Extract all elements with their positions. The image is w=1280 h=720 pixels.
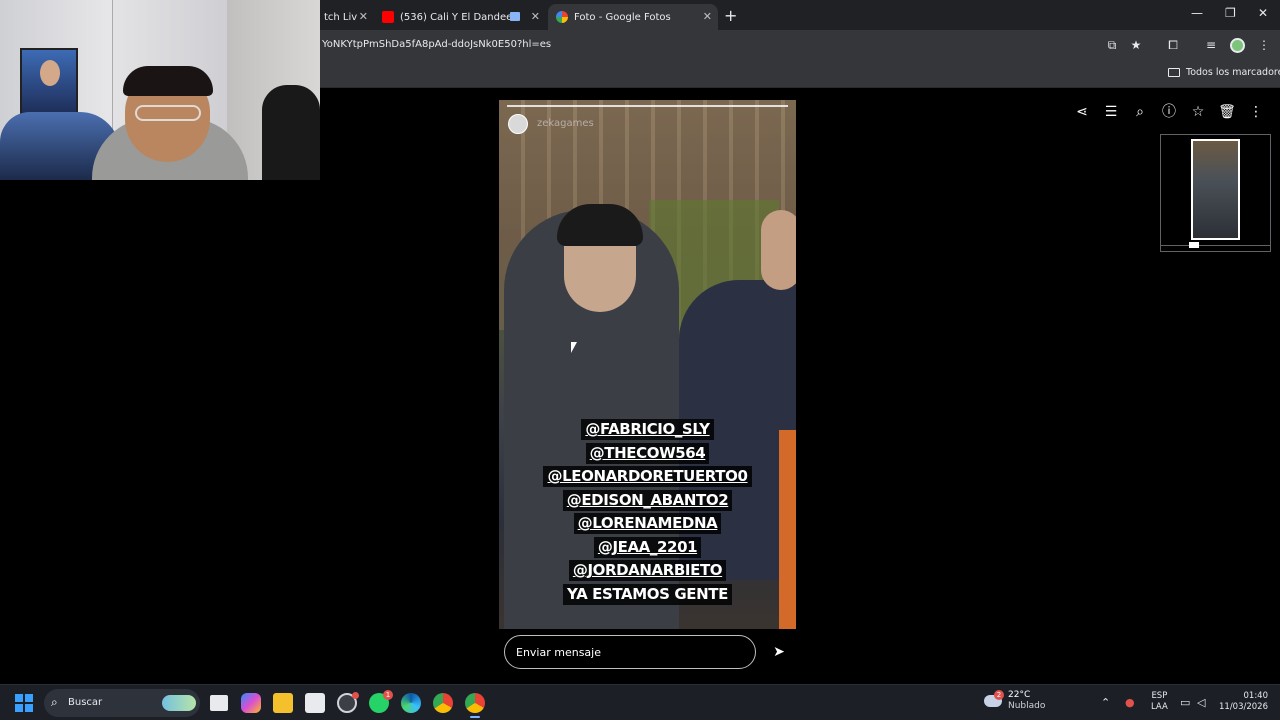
microphone-icon[interactable]: ●: [1125, 696, 1135, 709]
close-icon[interactable]: ✕: [359, 10, 368, 23]
chrome-active-icon[interactable]: [465, 693, 485, 718]
mention-list: @FABRICIO_SLY @THECOW564 @LEONARDORETUER…: [499, 419, 796, 607]
weather-desc: Nublado: [1008, 701, 1046, 711]
edit-adjust-icon[interactable]: ☰: [1101, 102, 1121, 122]
cast-icon[interactable]: ⧉: [1104, 37, 1120, 53]
all-bookmarks-button[interactable]: Todos los marcadores: [1168, 67, 1280, 78]
send-icon[interactable]: ➤: [770, 643, 788, 661]
mention-tag[interactable]: @JEAA_2201: [593, 536, 702, 558]
whatsapp-badge: 1: [383, 690, 393, 700]
network-icon[interactable]: ▭: [1180, 696, 1190, 709]
tab-twitch[interactable]: tch Liv ✕: [316, 4, 372, 30]
file-explorer-icon[interactable]: [273, 693, 293, 713]
search-icon: ⌕: [51, 695, 58, 709]
bookmark-star-icon[interactable]: ★: [1128, 37, 1144, 53]
mention-tag[interactable]: @JORDANARBIETO: [568, 560, 727, 581]
thumbnail-photo[interactable]: [1191, 139, 1240, 240]
tab-youtube[interactable]: (536) Cali Y El Dandee - Yo ✕: [374, 4, 546, 30]
all-bookmarks-label: Todos los marcadores: [1186, 67, 1280, 78]
webcam-overlay: [0, 0, 320, 180]
viewer-toolbar: ⋖ ☰ ⌕ ⓘ ☆ 🗑 ⋮: [1072, 102, 1266, 122]
close-window-button[interactable]: ✕: [1258, 6, 1268, 20]
store-icon[interactable]: [305, 693, 325, 713]
recording-badge: [352, 692, 359, 699]
weather-widget[interactable]: 2 22°C Nublado: [984, 690, 1045, 712]
story-avatar: [508, 114, 528, 134]
story-image[interactable]: zekagames @FABRICIO_SLY @THECOW564 @LEON…: [499, 100, 796, 629]
tab-google-photos[interactable]: Foto - Google Fotos ✕: [548, 4, 718, 30]
taskbar-search[interactable]: ⌕ Buscar: [44, 689, 200, 717]
thumbnail-scrollbar: [1161, 245, 1270, 246]
tab-label: (536) Cali Y El Dandee - Yo: [400, 11, 512, 23]
extensions-icon[interactable]: ⧠: [1165, 37, 1181, 53]
mention-tag[interactable]: @THECOW564: [585, 442, 710, 464]
share-icon[interactable]: ⋖: [1072, 102, 1092, 122]
language-indicator[interactable]: ESP LAA: [1151, 691, 1168, 713]
weather-temp: 22°C: [1008, 690, 1031, 700]
tab-label: Foto - Google Fotos: [574, 11, 671, 23]
menu-dots-icon[interactable]: ⋮: [1256, 37, 1272, 53]
close-icon[interactable]: ✕: [531, 10, 540, 23]
thumbnail-strip: [1160, 134, 1271, 252]
profile-avatar[interactable]: [1230, 38, 1245, 53]
mention-tag[interactable]: @FABRICIO_SLY: [581, 419, 714, 440]
tab-label: tch Liv: [324, 11, 358, 23]
webcam-jacket: [262, 85, 320, 180]
language-top: ESP: [1151, 691, 1168, 701]
minimize-button[interactable]: —: [1191, 6, 1203, 20]
copilot-icon[interactable]: [241, 693, 261, 713]
webcam-glasses: [135, 105, 201, 121]
reply-input[interactable]: Enviar mensaje: [504, 635, 756, 669]
reply-placeholder: Enviar mensaje: [516, 646, 601, 659]
mention-tag[interactable]: @LEONARDORETUERTO0: [543, 466, 752, 487]
restore-button[interactable]: ❐: [1225, 6, 1236, 20]
new-tab-button[interactable]: +: [724, 6, 737, 25]
language-bottom: LAA: [1151, 702, 1168, 712]
thumbnail-scroll-handle[interactable]: [1189, 242, 1199, 248]
mention-tag[interactable]: @EDISON_ABANTO2: [562, 489, 733, 511]
windows-taskbar: ⌕ Buscar 1 2 22°C Nublado ⌃ ● ESP LAA ▭ …: [0, 684, 1280, 720]
media-controls-icon[interactable]: ≡: [1203, 37, 1219, 53]
story-progress-bar: [507, 105, 788, 107]
folder-icon: [1168, 68, 1180, 77]
delete-icon[interactable]: 🗑: [1217, 102, 1237, 122]
person-right-face: [761, 210, 796, 290]
youtube-icon: [382, 11, 394, 23]
cloud-icon: 2: [984, 690, 1004, 707]
windows-start-icon[interactable]: [15, 694, 33, 712]
mouse-cursor: [571, 342, 577, 353]
desktop-screen: tch Liv ✕ (536) Cali Y El Dandee - Yo ✕ …: [0, 0, 1280, 720]
story-caption: YA ESTAMOS GENTE: [563, 583, 732, 605]
webcam-streamer-hair: [123, 66, 213, 96]
mention-tag[interactable]: @LORENAMEDNA: [573, 513, 722, 534]
clock-time: 01:40: [1243, 691, 1269, 701]
url-text[interactable]: YoNKYtpPmShDa5fA8pAd-ddoJsNk0E50?hl=es: [322, 39, 551, 50]
chrome-icon[interactable]: [433, 693, 453, 713]
clock[interactable]: 01:40 11/03/2026: [1218, 691, 1268, 713]
info-icon[interactable]: ⓘ: [1159, 102, 1179, 122]
google-photos-icon: [556, 11, 568, 23]
search-highlight-icon: [162, 695, 196, 711]
person-main-hair: [557, 204, 643, 246]
edge-icon[interactable]: [401, 693, 421, 713]
story-username: zekagames: [537, 118, 594, 129]
search-label: Buscar: [68, 697, 103, 708]
webcam-poster-figure: [40, 60, 60, 86]
more-options-icon[interactable]: ⋮: [1246, 102, 1266, 122]
media-icon: [510, 12, 520, 21]
favorite-star-icon[interactable]: ☆: [1188, 102, 1208, 122]
chevron-up-icon[interactable]: ⌃: [1101, 696, 1110, 709]
zoom-icon[interactable]: ⌕: [1130, 102, 1150, 122]
clock-date: 11/03/2026: [1219, 702, 1268, 712]
volume-icon[interactable]: ◁: [1197, 696, 1205, 709]
task-view-icon[interactable]: [210, 695, 228, 711]
whatsapp-icon[interactable]: 1: [369, 690, 393, 713]
obs-icon[interactable]: [337, 692, 359, 713]
close-icon[interactable]: ✕: [703, 10, 712, 23]
weather-badge: 2: [994, 690, 1004, 700]
